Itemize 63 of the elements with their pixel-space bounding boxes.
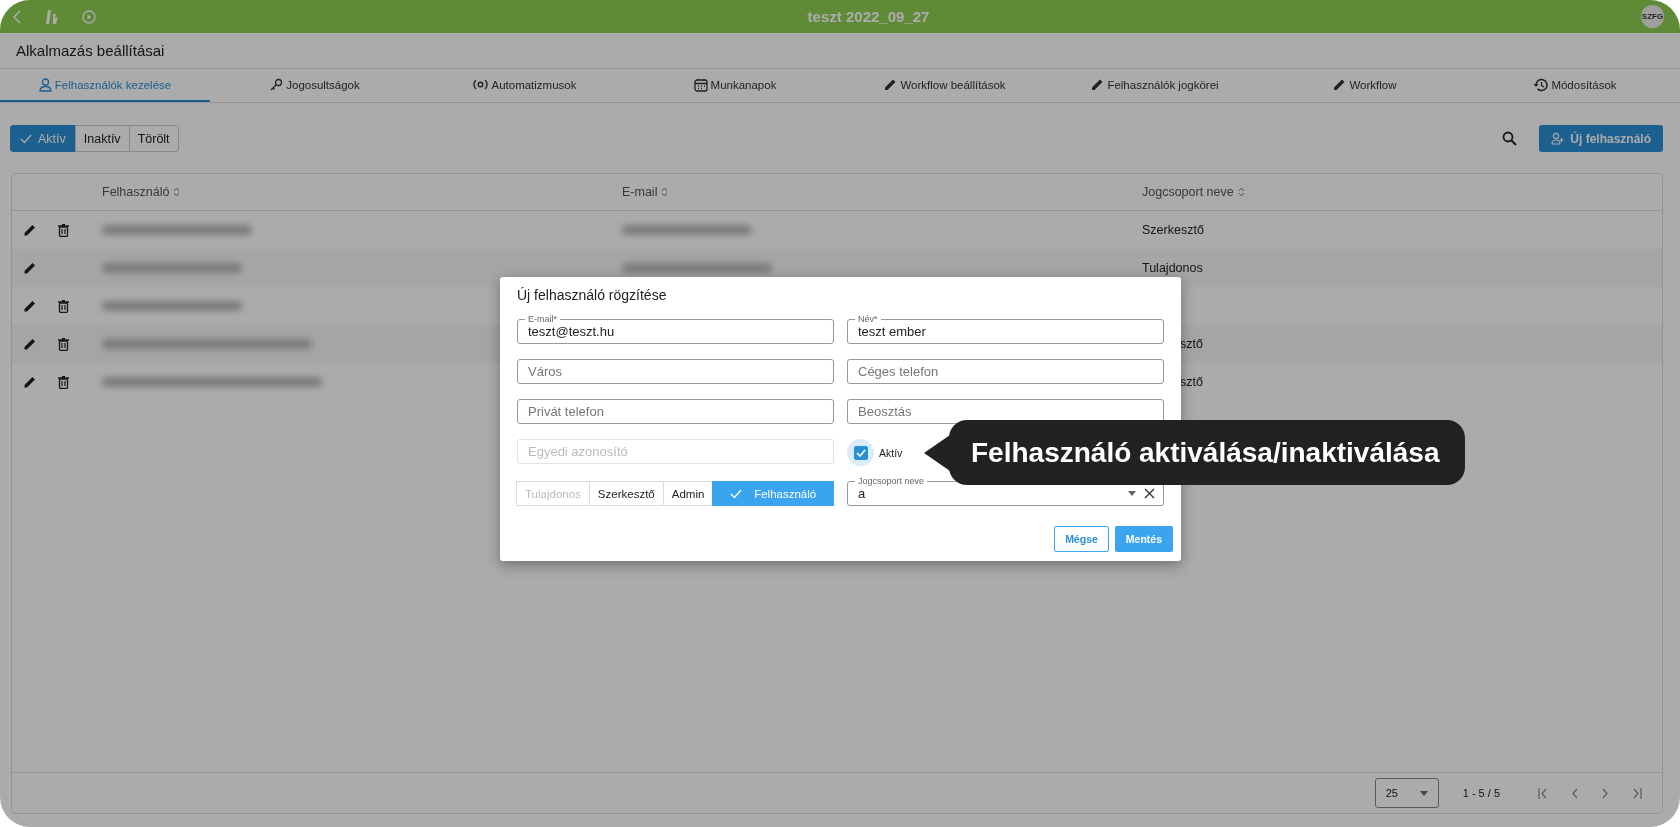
cycle-icon [473,77,489,92]
previous-page-icon[interactable] [1572,787,1578,799]
last-page-icon[interactable] [1632,787,1642,799]
delete-icon[interactable] [58,337,69,351]
active-checkbox[interactable] [847,439,874,466]
edit-icon[interactable] [24,338,36,350]
sort-icon [173,187,181,197]
tab[interactable]: Workflow [1260,69,1470,102]
tab[interactable]: Jogosultságok [210,69,420,102]
first-page-icon[interactable] [1538,787,1548,799]
input-field[interactable]: Privát telefon [517,399,834,424]
table-cell: sztő [1180,375,1203,389]
dropdown-icon[interactable] [1128,491,1136,496]
status-filter-button[interactable]: Inaktív [74,125,130,152]
check-icon [730,488,743,499]
user-avatar[interactable]: SZFG [1641,5,1664,28]
check-icon [20,133,32,144]
checkbox-label: Aktív [879,446,903,459]
sort-icon [1237,187,1245,197]
page-title: Alkalmazás beállításai [16,42,165,59]
history-icon [1533,77,1549,92]
input-field[interactable]: Város [517,359,834,384]
input-field[interactable]: Céges telefon [847,359,1164,384]
page-size-select[interactable]: 25 [1374,778,1439,808]
page-range: 1 - 5 / 5 [1462,787,1500,799]
edit-icon[interactable] [24,224,36,236]
tab[interactable]: Workflow beállítások [840,69,1050,102]
tab[interactable]: Felhasználók jogkörei [1050,69,1260,102]
person-icon [38,77,52,92]
pencil-icon [1333,78,1347,91]
tooltip-pointer [924,434,950,471]
cancel-button[interactable]: Mégse [1054,526,1109,552]
pencil-icon [1091,78,1105,91]
app-title: teszt 2022_09_27 [806,8,931,25]
key-icon [270,78,284,91]
tab[interactable]: Módosítások [1470,69,1680,102]
close-icon[interactable] [1144,488,1155,499]
edit-icon[interactable] [24,300,36,312]
column-header[interactable]: Felhasználó [102,185,181,199]
role-button[interactable]: Szerkesztő [588,481,664,506]
dialog-title: Új felhasználó rögzítése [517,287,668,303]
delete-icon[interactable] [58,299,69,313]
table-cell: Tulajdonos [1142,261,1203,275]
edit-icon[interactable] [24,262,36,274]
status-filter-button[interactable]: Törölt [128,125,179,152]
add-person-icon [1551,132,1565,145]
delete-icon[interactable] [58,223,69,237]
role-button[interactable]: Admin [662,481,714,506]
table-cell: Szerkesztő [1142,223,1204,237]
delete-icon[interactable] [58,375,69,389]
column-header[interactable]: Jogcsoport neve [1142,185,1245,199]
check-icon [855,448,866,457]
next-page-icon[interactable] [1602,787,1608,799]
edit-icon[interactable] [24,376,36,388]
dropdown-icon [1419,790,1428,796]
calendar-icon [693,77,708,92]
table-cell: sztő [1180,337,1203,351]
pencil-icon [884,78,898,91]
column-header[interactable]: E-mail [622,185,669,199]
sort-icon [661,187,669,197]
tab[interactable]: Automatizmusok [420,69,630,102]
search-icon[interactable] [1502,131,1518,146]
tab[interactable]: Munkanapok [630,69,840,102]
